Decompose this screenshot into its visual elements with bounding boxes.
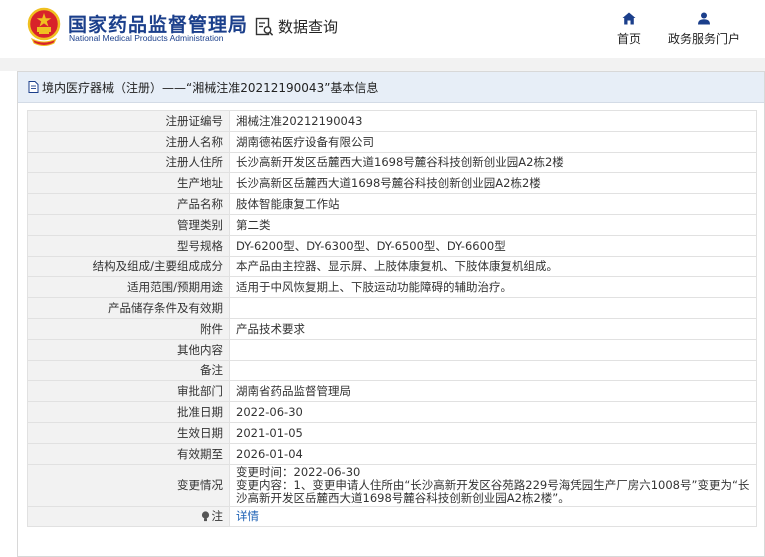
query-document-icon <box>255 17 274 36</box>
nav-home-label: 首页 <box>617 32 642 46</box>
nav-gov-service-label: 政务服务门户 <box>668 32 741 46</box>
header-divider <box>0 58 765 71</box>
change-value: 变更时间：2022-06-30 变更内容：1、变更申请人住所由“长沙高新开发区谷… <box>229 463 757 507</box>
table-row: 适用范围/预期用途 适用于中风恢复期上、下肢运动功能障碍的辅助治疗。 <box>27 276 757 299</box>
field-label: 生产地址 <box>27 172 230 195</box>
table-row: 结构及组成/主要组成成分 本产品由主控器、显示屏、上肢体康复机、下肢体康复机组成。 <box>27 255 757 278</box>
table-row: 生效日期 2021-01-05 <box>27 421 757 444</box>
field-label: 适用范围/预期用途 <box>27 276 230 299</box>
site-header: 国家药品监督管理局 National Medical Products Admi… <box>0 0 765 58</box>
field-label: 附件 <box>27 317 230 340</box>
table-row: 附件 产品技术要求 <box>27 317 757 340</box>
note-row: 注 详情 <box>27 505 757 528</box>
field-label: 其他内容 <box>27 338 230 361</box>
document-icon <box>28 81 39 93</box>
field-value <box>229 297 757 319</box>
field-value <box>229 338 757 361</box>
field-label: 型号规格 <box>27 234 230 257</box>
field-value: 第二类 <box>229 213 757 236</box>
change-time: 变更时间：2022-06-30 <box>236 464 361 479</box>
field-label: 注册证编号 <box>27 110 230 132</box>
home-icon <box>622 12 636 25</box>
table-row: 注册人名称 湖南德祐医疗设备有限公司 <box>27 130 757 153</box>
field-label: 产品储存条件及有效期 <box>27 297 230 319</box>
data-query-link[interactable]: 数据查询 <box>255 16 338 37</box>
panel-title-text: 境内医疗器械（注册）——“湘械注准20212190043”基本信息 <box>42 80 379 95</box>
data-query-label: 数据查询 <box>278 18 339 36</box>
field-label: 注册人名称 <box>27 130 230 153</box>
table-row: 管理类别 第二类 <box>27 213 757 236</box>
table-row: 产品名称 肢体智能康复工作站 <box>27 193 757 215</box>
field-value: 产品技术要求 <box>229 317 757 340</box>
field-label: 备注 <box>27 359 230 382</box>
nav-gov-service[interactable]: 政务服务门户 <box>668 12 740 47</box>
national-emblem-icon <box>27 7 61 46</box>
table-row: 审批部门 湖南省药品监督管理局 <box>27 380 757 403</box>
note-label: 注 <box>211 509 224 524</box>
field-value: 适用于中风恢复期上、下肢运动功能障碍的辅助治疗。 <box>229 276 757 299</box>
field-value: 长沙高新开发区岳麓西大道1698号麓谷科技创新创业园A2栋2楼 <box>229 151 757 174</box>
field-value: 2022-06-30 <box>229 401 757 423</box>
field-value: 湖南德祐医疗设备有限公司 <box>229 130 757 153</box>
table-row: 型号规格 DY-6200型、DY-6300型、DY-6500型、DY-6600型 <box>27 234 757 257</box>
field-value: DY-6200型、DY-6300型、DY-6500型、DY-6600型 <box>229 234 757 257</box>
field-value: 2021-01-05 <box>229 421 757 444</box>
field-value: 湘械注准20212190043 <box>229 110 757 132</box>
table-row: 生产地址 长沙高新区岳麓西大道1698号麓谷科技创新创业园A2栋2楼 <box>27 172 757 195</box>
field-value: 湖南省药品监督管理局 <box>229 380 757 403</box>
field-label: 批准日期 <box>27 401 230 423</box>
field-label: 产品名称 <box>27 193 230 215</box>
field-label: 生效日期 <box>27 421 230 444</box>
change-label: 变更情况 <box>27 463 230 507</box>
field-label: 审批部门 <box>27 380 230 403</box>
table-row: 产品储存条件及有效期 <box>27 297 757 319</box>
table-row: 批准日期 2022-06-30 <box>27 401 757 423</box>
change-content: 变更内容：1、变更申请人住所由“长沙高新开发区谷苑路229号海凭园生产厂房六10… <box>236 477 750 505</box>
detail-panel: 境内医疗器械（注册）——“湘械注准20212190043”基本信息 注册证编号湘… <box>17 71 765 557</box>
table-row: 注册证编号 湘械注准20212190043 <box>27 110 757 132</box>
note-label-cell: 注 <box>27 505 230 528</box>
details-link[interactable]: 详情 <box>236 509 259 523</box>
field-value: 肢体智能康复工作站 <box>229 193 757 215</box>
org-name-en: National Medical Products Administration <box>69 33 224 43</box>
nav-home[interactable]: 首页 <box>617 12 641 47</box>
field-value: 2026-01-04 <box>229 442 757 465</box>
change-row: 变更情况 变更时间：2022-06-30 变更内容：1、变更申请人住所由“长沙高… <box>27 463 757 507</box>
field-label: 管理类别 <box>27 213 230 236</box>
table-row: 有效期至 2026-01-04 <box>27 442 757 465</box>
field-value: 本产品由主控器、显示屏、上肢体康复机、下肢体康复机组成。 <box>229 255 757 278</box>
field-label: 注册人住所 <box>27 151 230 174</box>
table-row: 其他内容 <box>27 338 757 361</box>
table-row: 备注 <box>27 359 757 382</box>
panel-title: 境内医疗器械（注册）——“湘械注准20212190043”基本信息 <box>18 72 764 103</box>
user-icon <box>698 12 710 25</box>
field-label: 结构及组成/主要组成成分 <box>27 255 230 278</box>
lightbulb-icon <box>201 511 209 521</box>
field-value <box>229 359 757 382</box>
field-label: 有效期至 <box>27 442 230 465</box>
field-value: 长沙高新区岳麓西大道1698号麓谷科技创新创业园A2栋2楼 <box>229 172 757 195</box>
table-row: 注册人住所 长沙高新开发区岳麓西大道1698号麓谷科技创新创业园A2栋2楼 <box>27 151 757 174</box>
note-value: 详情 <box>229 505 757 528</box>
detail-table: 注册证编号 湘械注准20212190043 注册人名称 湖南德祐医疗设备有限公司 注… <box>27 110 757 528</box>
